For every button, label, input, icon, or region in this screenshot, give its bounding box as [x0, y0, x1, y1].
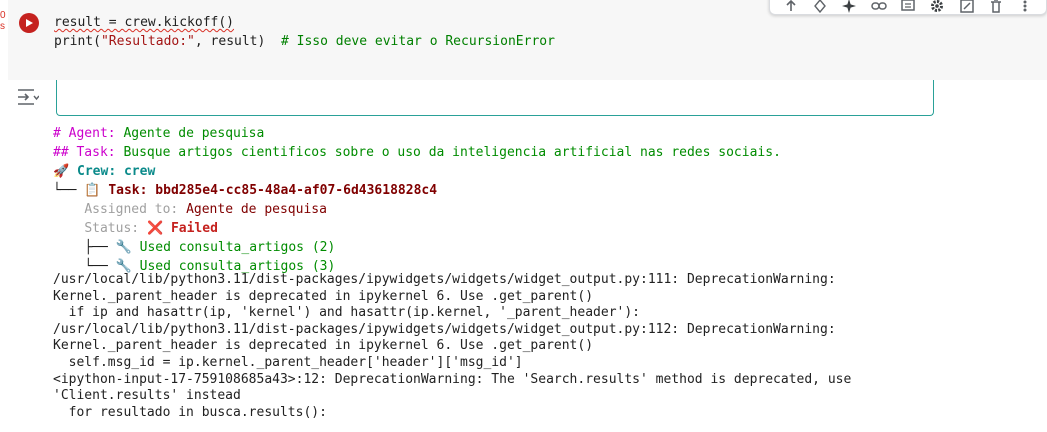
wrench-icon: 🔧 — [115, 240, 132, 255]
task-text: Busque artigos cientificos sobre o uso d… — [123, 145, 781, 160]
mirror-cell-icon[interactable] — [959, 0, 975, 14]
settings-gear-icon[interactable] — [929, 0, 945, 14]
assigned-label: Assigned to: — [84, 202, 187, 217]
output-actions-icon[interactable] — [17, 88, 40, 106]
code-line-2-rest: , result) — [194, 33, 281, 49]
move-down-icon[interactable] — [812, 0, 828, 14]
crew-rocket-icon: 🚀 — [53, 164, 70, 179]
delete-icon[interactable] — [988, 0, 1004, 14]
gutter-marker: 0 s — [0, 10, 6, 32]
code-editor[interactable]: result = crew.kickoff() print("Resultado… — [54, 14, 555, 51]
comment-icon[interactable] — [900, 0, 916, 14]
code-line-2-start: print( — [54, 33, 101, 49]
cell-toolbar — [769, 0, 1047, 15]
play-icon — [26, 19, 33, 27]
warning-output: /usr/local/lib/python3.11/dist-packages/… — [53, 272, 851, 421]
warning-line: <ipython-input-17-759108685a43>:12: Depr… — [53, 371, 852, 387]
warning-line: /usr/local/lib/python3.11/dist-packages/… — [53, 321, 836, 337]
warning-line: self.msg_id = ip.kernel._parent_header['… — [53, 354, 523, 370]
code-line-2-string: "Resultado:" — [100, 33, 195, 49]
tool-branch-1: ├── — [84, 240, 116, 255]
warning-line: /usr/local/lib/python3.11/dist-packages/… — [53, 272, 836, 287]
crew-output: # Agent: Agente de pesquisa ## Task: Bus… — [53, 124, 781, 276]
code-comment: # Isso deve evitar o RecursionError — [280, 33, 555, 49]
status-value: Failed — [170, 221, 218, 236]
crew-label: Crew: crew — [77, 164, 156, 179]
task-prefix: ## Task: — [53, 145, 124, 160]
warning-line: Kernel._parent_header is deprecated in i… — [53, 338, 594, 354]
warning-line: for resultado in busca.results(): — [53, 404, 327, 420]
warning-line: Kernel._parent_header is deprecated in i… — [53, 288, 594, 304]
run-cell-button[interactable] — [19, 13, 39, 33]
tool-usage-1: Used consulta_artigos (2) — [139, 240, 336, 255]
output-widget-frame — [56, 80, 934, 116]
link-icon[interactable] — [870, 0, 887, 14]
warning-line: if ip and hasattr(ip, 'kernel') and hasa… — [53, 305, 640, 321]
clipboard-icon: 📋 — [84, 183, 101, 198]
more-options-icon[interactable] — [1017, 0, 1033, 14]
assigned-value: Agente de pesquisa — [186, 202, 327, 217]
move-up-icon[interactable] — [783, 0, 799, 14]
tree-branch: └── — [53, 183, 85, 198]
failed-x-icon: ❌ — [146, 221, 164, 236]
left-gutter: 0 s — [0, 0, 8, 432]
code-line-1: result = crew.kickoff() — [54, 15, 235, 30]
task-id: Task: bbd285e4-cc85-48a4-af07-6d43618828… — [108, 183, 438, 198]
agent-prefix: # Agent: — [53, 126, 124, 141]
warning-line: 'Client.results' instead — [53, 388, 241, 404]
agent-name: Agente de pesquisa — [123, 126, 265, 141]
sparkle-icon[interactable] — [841, 0, 857, 14]
status-label: Status: — [84, 221, 147, 236]
